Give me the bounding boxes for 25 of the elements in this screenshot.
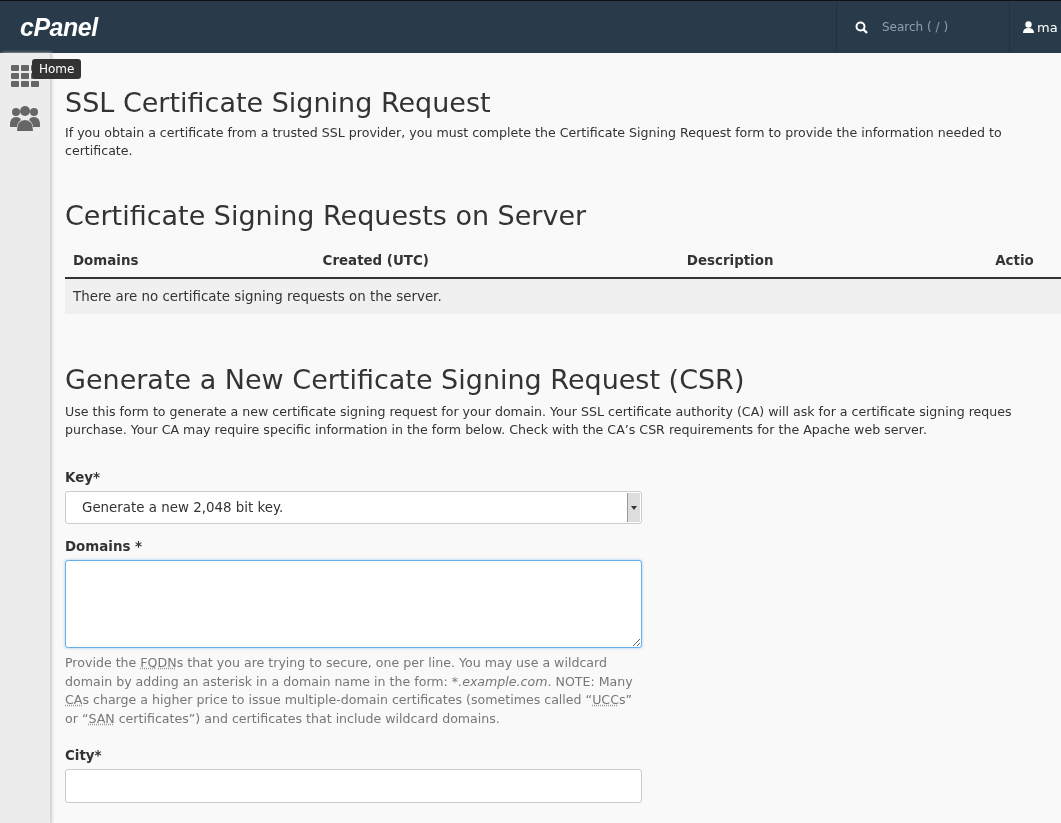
empty-message: There are no certificate signing requests on the server.: [65, 279, 1061, 314]
column-header: Description: [686, 253, 775, 268]
page-title: SSL Certificate Signing Request: [65, 87, 492, 118]
intro-text: Use this form to generate a new certificate signing request for your domain. Your SSL certificate authority (CA) will ask for a certificate signing reques purchase. Your CA may require specific information in the form below. Check with the CA’s CSR requirements for the Apache web server.: [65, 403, 1013, 439]
user-icon: [1023, 21, 1034, 33]
column-header: Actio: [995, 253, 1035, 268]
domains-input[interactable]: [65, 560, 642, 648]
intro-text: If you obtain a certificate from a trusted SSL provider, you must complete the Certificate Signing Request form to provide the information needed to certificate.: [65, 124, 1003, 160]
section-title: Certificate Signing Requests on Server: [65, 200, 588, 231]
home-tooltip: Home: [32, 59, 82, 79]
users-icon: [10, 105, 40, 131]
user-name[interactable]: ma: [1037, 19, 1058, 35]
field-label: Domains *: [65, 539, 144, 554]
caret-icon: [631, 505, 637, 510]
column-header: Domains: [73, 253, 140, 268]
column-header: Created (UTC): [322, 253, 430, 268]
key-select[interactable]: Generate a new 2,048 bit key.: [65, 491, 642, 524]
section-title: Generate a New Certificate Signing Request (CSR): [65, 364, 746, 395]
domains-hint: Provide the FQDNs that you are trying to secure, one per line. You may use a wildcard domain by adding an asterisk in a domain name in the form: *.example.com. NOTE: Many CAs charge a higher price to issue multiple-domain certificates (sometimes called “UCCs” or “SAN certificates”) and certificates that include wildcard domains.: [65, 654, 634, 728]
field-label: Key*: [65, 470, 101, 485]
search-icon: [855, 20, 868, 34]
logo[interactable]: cPanel: [20, 12, 98, 42]
search-field[interactable]: Search ( / ): [880, 19, 1004, 35]
field-label: City*: [65, 748, 103, 763]
city-input[interactable]: [65, 769, 642, 803]
